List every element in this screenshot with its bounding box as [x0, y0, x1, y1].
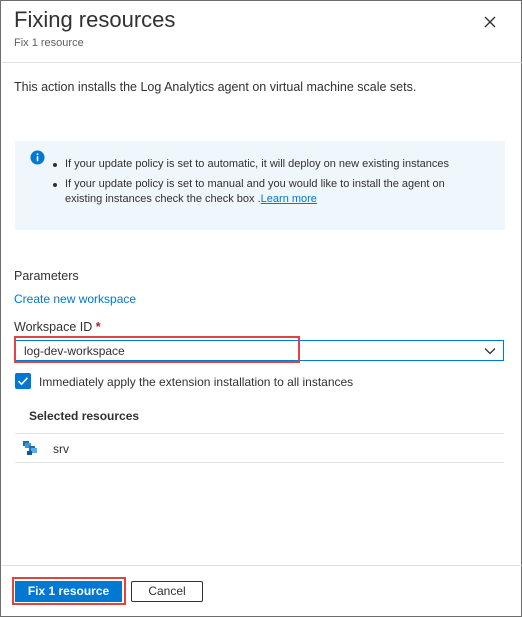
workspace-id-dropdown[interactable]: log-dev-workspace — [15, 340, 504, 361]
close-icon[interactable] — [479, 11, 501, 33]
vmss-icon — [22, 439, 40, 457]
info-bullet-list: If your update policy is set to automati… — [53, 157, 485, 212]
info-message-bar: If your update policy is set to automati… — [15, 141, 505, 230]
info-bullet: If your update policy is set to manual a… — [53, 177, 485, 207]
action-description: This action installs the Log Analytics a… — [14, 80, 417, 94]
fix-resource-button[interactable]: Fix 1 resource — [15, 581, 122, 602]
workspace-id-label: Workspace ID * — [14, 320, 101, 334]
checkmark-icon — [17, 377, 29, 386]
panel-title: Fixing resources — [14, 7, 176, 32]
chevron-down-icon — [483, 344, 497, 358]
header-divider — [2, 62, 522, 63]
learn-more-link[interactable]: Learn more — [261, 193, 317, 205]
info-icon — [30, 150, 45, 165]
workspace-id-label-text: Workspace ID — [14, 320, 93, 334]
fix-resources-panel: Fixing resources Fix 1 resource This act… — [0, 0, 522, 617]
parameters-heading: Parameters — [14, 269, 79, 283]
required-marker: * — [95, 320, 101, 334]
footer-divider — [2, 565, 522, 566]
panel-subtitle: Fix 1 resource — [14, 37, 84, 49]
info-bullet-text: If your update policy is set to manual a… — [65, 178, 445, 205]
apply-all-instances-checkbox[interactable] — [15, 373, 31, 389]
info-bullet-text: If your update policy is set to automati… — [65, 158, 449, 170]
selected-resources-heading: Selected resources — [29, 409, 140, 423]
cancel-button[interactable]: Cancel — [131, 581, 203, 602]
selected-resources-divider-top — [15, 433, 504, 434]
apply-all-instances-label: Immediately apply the extension installa… — [39, 375, 354, 389]
resource-name: srv — [53, 442, 69, 456]
workspace-id-value: log-dev-workspace — [24, 344, 125, 358]
selected-resources-divider-bottom — [15, 462, 504, 463]
create-workspace-link[interactable]: Create new workspace — [14, 292, 136, 306]
info-bullet: If your update policy is set to automati… — [53, 157, 485, 172]
